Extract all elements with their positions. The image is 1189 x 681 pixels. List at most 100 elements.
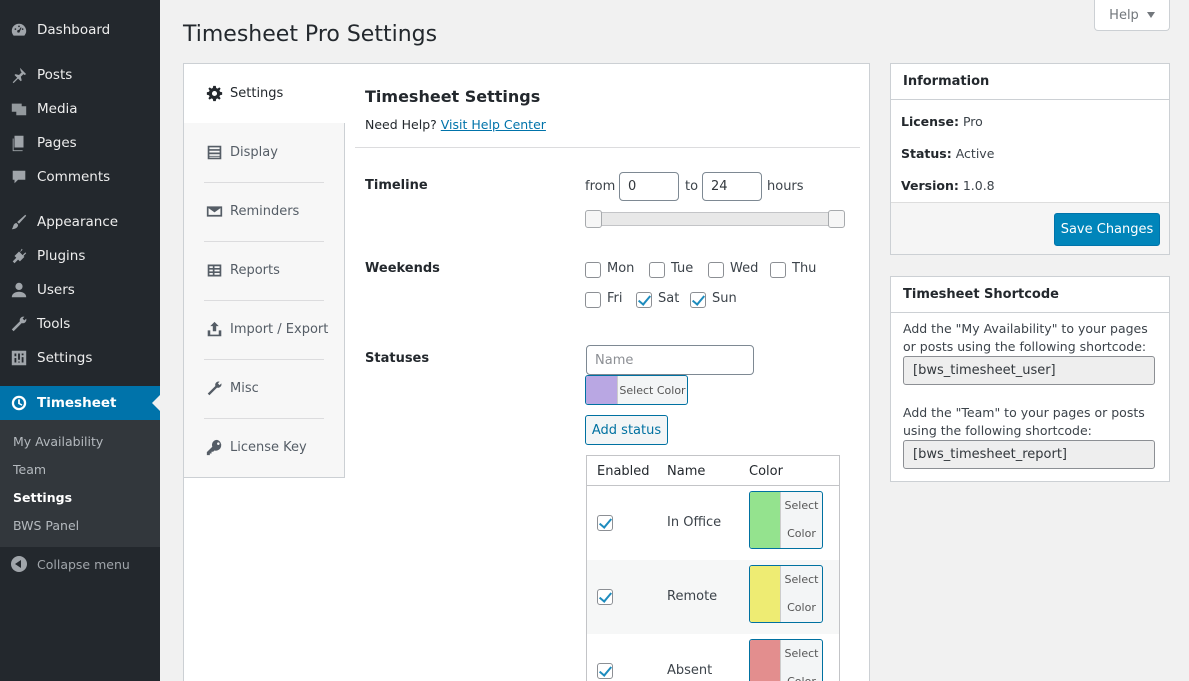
sidebar-item-media[interactable]: Media [0,92,160,126]
sidebar-item-plugins[interactable]: Plugins [0,239,160,273]
color-swatch [750,566,780,622]
timeline-from-label: from [585,179,616,194]
collapse-arrow-icon [11,556,27,572]
sidebar-item-label: Pages [37,135,77,151]
license-line: License: Pro [901,114,983,129]
table-header-enabled: Enabled [597,464,650,479]
sidebar-item-label: Posts [37,67,73,83]
sidebar-item-users[interactable]: Users [0,273,160,307]
sidebar-item-settings[interactable]: Settings [0,341,160,375]
shortcode-user-text: Add the "My Availability" to your pages … [903,321,1148,354]
status-enabled-checkbox[interactable] [597,589,613,605]
timesheet-submenu: My Availability Team Settings BWS Panel [0,420,160,547]
timeline-label: Timeline [365,178,428,193]
media-icon [9,99,29,119]
tab-misc[interactable]: Misc [184,359,345,418]
tab-reports[interactable]: Reports [184,241,345,300]
list-icon [205,144,223,162]
slider-handle-end[interactable] [828,210,845,228]
tab-display[interactable]: Display [184,123,345,182]
shortcode-user-field[interactable]: [bws_timesheet_user] [903,356,1155,385]
weekend-checkbox-wed[interactable] [708,262,724,278]
weekend-checkbox-mon[interactable] [585,262,601,278]
table-header-color: Color [749,464,783,479]
weekend-label-tue: Tue [671,261,694,276]
pin-icon [9,65,29,85]
sidebar-item-appearance[interactable]: Appearance [0,205,160,239]
sidebar-item-comments[interactable]: Comments [0,160,160,194]
weekend-checkbox-fri[interactable] [585,292,601,308]
timeline-to-input[interactable] [702,172,762,201]
weekends-label: Weekends [365,261,440,276]
table-row: Remote Select Color [587,560,839,634]
tab-label: License Key [230,440,307,455]
help-tab-button[interactable]: Help [1094,0,1170,31]
user-icon [9,280,29,300]
status-name: Absent [667,663,713,678]
caret-down-icon [1146,12,1155,18]
status-enabled-checkbox[interactable] [597,663,613,679]
tab-label: Reminders [230,204,300,219]
sidebar-item-timesheet[interactable]: Timesheet [0,386,160,420]
sidebar-item-posts[interactable]: Posts [0,58,160,92]
submenu-item-settings[interactable]: Settings [13,490,72,505]
tab-license-key[interactable]: License Key [184,418,345,477]
help-line: Need Help? Visit Help Center [365,117,546,132]
slider-handle-start[interactable] [585,210,602,228]
sidebar-item-label: Users [37,282,75,298]
status-table: Enabled Name Color In Office Select Color R… [586,455,840,681]
table-row: Absent Select Color [587,634,839,681]
weekend-checkbox-tue[interactable] [649,262,665,278]
status-color-button[interactable]: Select Color [749,565,823,623]
status-name-input[interactable] [586,345,754,375]
status-line: Status: Active [901,146,994,161]
weekend-label-mon: Mon [607,261,635,276]
color-swatch [586,376,617,404]
save-changes-button[interactable]: Save Changes [1054,213,1160,246]
status-color-button[interactable]: Select Color [749,491,823,549]
status-name: Remote [667,589,718,604]
sidebar-item-dashboard[interactable]: Dashboard [0,13,160,47]
submenu-item-bws-panel[interactable]: BWS Panel [13,518,79,533]
tab-settings[interactable]: Settings [184,64,346,123]
help-prefix: Need Help? [365,117,437,132]
shortcode-team-field[interactable]: [bws_timesheet_report] [903,440,1155,469]
color-word: Color [787,601,816,614]
add-status-button[interactable]: Add status [585,415,668,445]
weekend-label-sun: Sun [712,291,737,306]
color-word: Color [787,668,816,681]
timeline-to-label: to [685,179,699,194]
tab-import-export[interactable]: Import / Export [184,300,345,359]
timeline-from-input[interactable] [619,172,679,201]
tab-label: Display [230,145,278,160]
sidebar-item-tools[interactable]: Tools [0,307,160,341]
timeline-range-slider[interactable] [585,210,845,228]
tab-label: Settings [230,86,284,101]
information-box: Information License: Pro Status: Active … [890,63,1170,255]
select-color-button[interactable]: Select Color [585,375,688,405]
weekend-checkbox-thu[interactable] [770,262,786,278]
collapse-menu-button[interactable]: Collapse menu [0,551,160,577]
sidebar-item-pages[interactable]: Pages [0,126,160,160]
table-icon [205,262,223,280]
status-color-button[interactable]: Select Color [749,639,823,681]
weekend-checkbox-sat[interactable] [636,292,652,308]
weekend-checkbox-sun[interactable] [690,292,706,308]
brush-icon [9,212,29,232]
timeline-unit-label: hours [767,179,804,194]
gear-icon [205,85,223,103]
submenu-item-my-availability[interactable]: My Availability [13,434,103,449]
status-enabled-checkbox[interactable] [597,515,613,531]
wrench-icon [205,380,223,398]
sidebar-item-label: Comments [37,169,111,185]
license-label: License: [901,114,959,129]
color-swatch [750,492,780,548]
version-label: Version: [901,178,959,193]
shortcode-box: Timesheet Shortcode Add the "My Availabi… [890,276,1170,482]
tab-reminders[interactable]: Reminders [184,182,345,241]
help-center-link[interactable]: Visit Help Center [441,117,546,132]
sidebar-item-label: Appearance [37,214,119,230]
color-swatch [750,640,780,681]
weekend-label-wed: Wed [730,261,759,276]
submenu-item-team[interactable]: Team [13,462,46,477]
